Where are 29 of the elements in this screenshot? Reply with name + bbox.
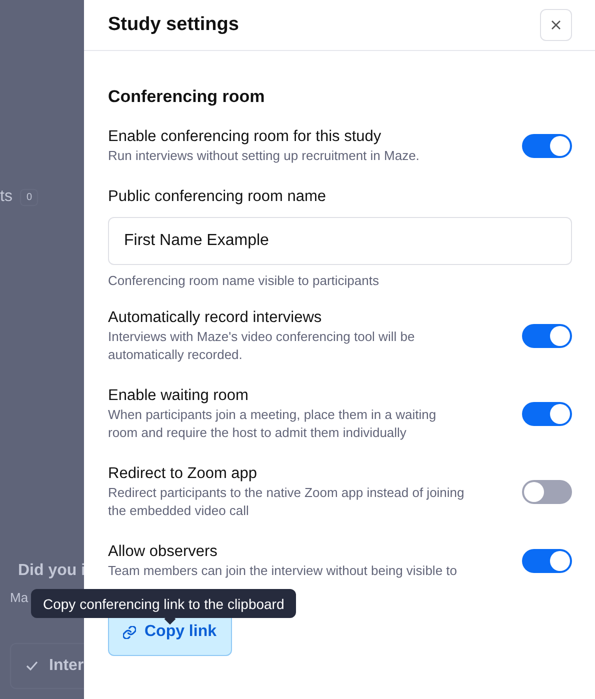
toggle-switch[interactable] [522,480,572,504]
setting-label: Automatically record interviews [108,308,323,328]
toggle-switch[interactable] [522,134,572,158]
setting-description: Interviews with Maze's video conferencing tool will be automatically recorded. [108,328,416,364]
close-icon [551,20,561,30]
setting-label: Redirect to Zoom app [108,464,258,484]
room-name-field[interactable]: First Name Example [108,217,572,265]
field-hint: Conferencing room name visible to participants [108,273,380,288]
notice-text: Ma [10,590,28,605]
tooltip: Copy conferencing link to the clipboard [31,589,296,618]
check-icon [25,659,39,673]
setting-label: Allow observers [108,542,218,562]
toggle-switch[interactable] [522,324,572,348]
close-button[interactable] [540,9,572,41]
setting-label: Enable conferencing room for this study [108,127,382,147]
toggle-switch[interactable] [522,402,572,426]
link-icon [123,626,136,638]
panel-title: Study settings [108,14,239,36]
notice-title: Did you i [18,562,84,580]
count-badge: 0 [20,188,38,206]
setting-description: Redirect participants to the native Zoom app instead of joining the embedded video call [108,484,466,520]
setting-description: Run interviews without setting up recruitment in Maze. [108,147,420,165]
heading-text: ts [0,188,12,206]
setting-description: Team members can join the interview without being visible to [108,562,458,580]
setting-description: When participants join a meeting, place them in a waiting room and require the host to admit them individually [108,406,438,442]
section-title: Conferencing room [108,87,266,107]
field-label: Public conferencing room name [108,187,327,207]
setting-label: Enable waiting room [108,386,250,406]
toggle-switch[interactable] [522,549,572,573]
